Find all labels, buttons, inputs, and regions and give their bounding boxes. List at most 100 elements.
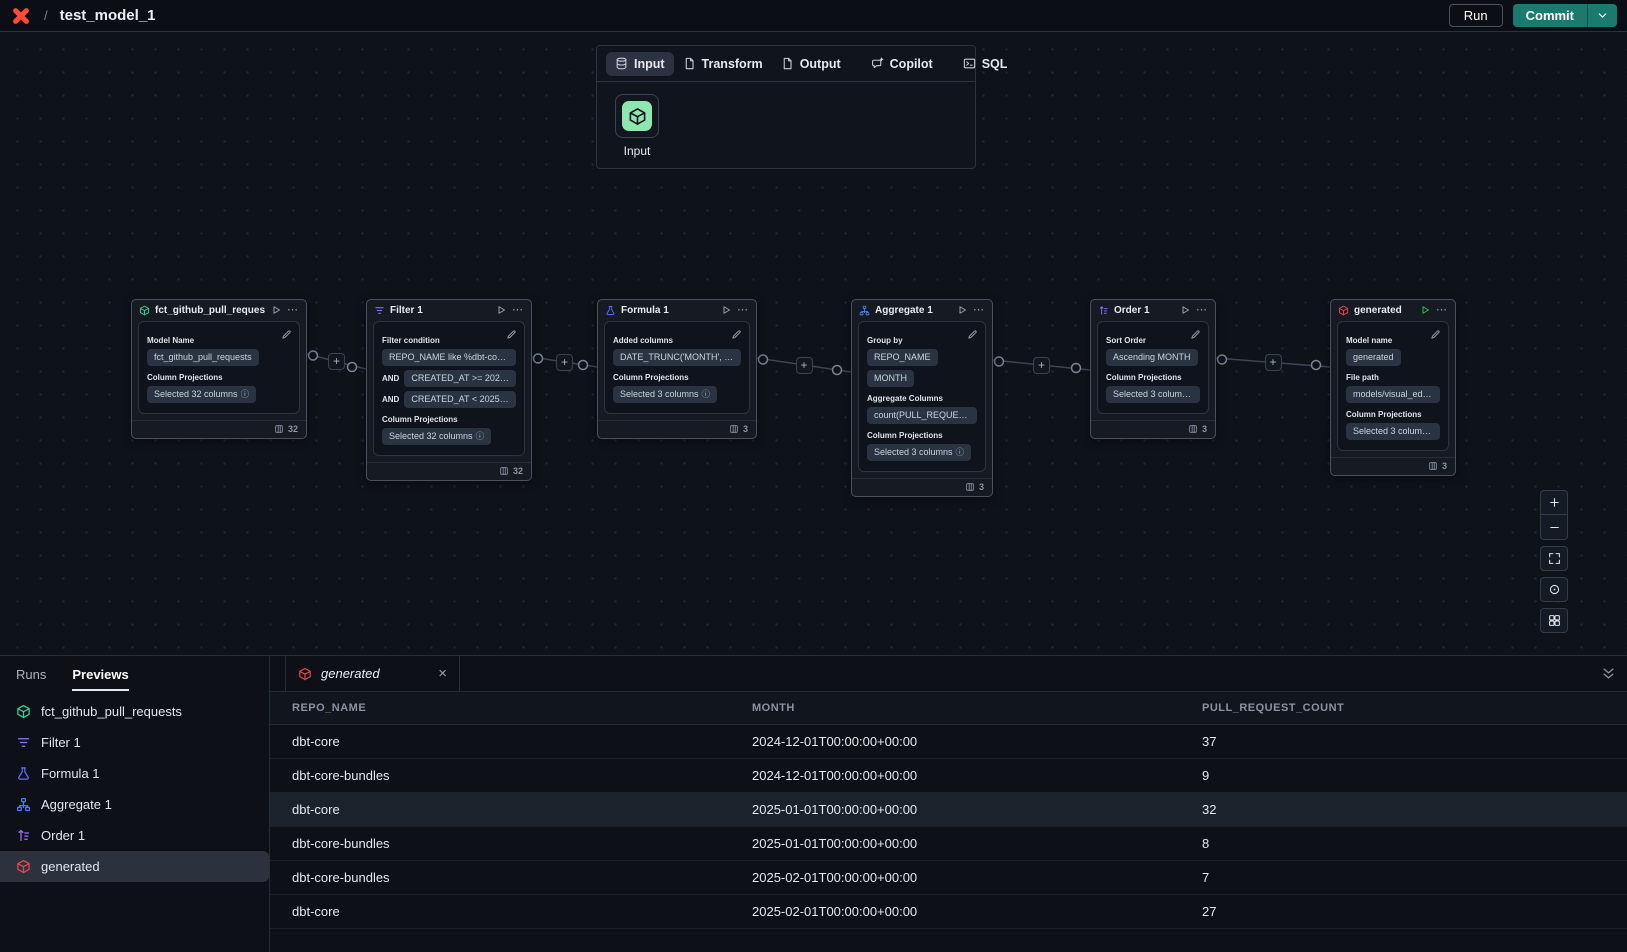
play-icon[interactable]	[270, 304, 282, 316]
pill-row: MONTH	[867, 370, 977, 387]
sitemap-icon	[859, 305, 870, 316]
sidebar-item-generated[interactable]: generated	[0, 851, 269, 882]
pill-row: REPO_NAME	[867, 349, 977, 366]
node-config-card: Filter conditionREPO_NAME like %dbt-core…	[373, 321, 525, 456]
palette-tab-label: SQL	[982, 57, 1008, 71]
sort-icon	[16, 828, 31, 843]
value-pill: count(PULL_REQUEST_NUMBER) as …	[867, 407, 977, 424]
sidebar-item-formula-1[interactable]: Formula 1	[0, 758, 269, 789]
sidebar-item-label: fct_github_pull_requests	[41, 704, 182, 719]
node-aggregate-1[interactable]: Aggregate 1⋯Group byREPO_NAMEMONTHAggreg…	[851, 299, 993, 497]
palette-tab-output[interactable]: Output	[772, 52, 850, 76]
ellipsis-menu-icon[interactable]: ⋯	[1196, 306, 1208, 314]
node-header: fct_github_pull_requests⋯	[132, 300, 306, 319]
node-header: generated⋯	[1331, 300, 1455, 319]
run-button[interactable]: Run	[1449, 4, 1503, 27]
double-chevron-down-icon[interactable]	[1601, 666, 1616, 681]
column-count: 3	[1202, 424, 1207, 434]
input-node-icon-bg	[622, 101, 652, 131]
ellipsis-menu-icon[interactable]: ⋯	[287, 306, 299, 314]
play-icon[interactable]	[720, 304, 732, 316]
close-icon[interactable]: ×	[438, 665, 447, 682]
edit-pencil-icon[interactable]	[506, 329, 517, 340]
node-header: Aggregate 1⋯	[852, 300, 992, 319]
sitemap-icon	[16, 797, 31, 812]
ellipsis-menu-icon[interactable]: ⋯	[1436, 306, 1448, 314]
table-cell: dbt-core-bundles	[270, 768, 730, 783]
node-header: Formula 1⋯	[598, 300, 756, 319]
dbt-logo-icon[interactable]	[10, 5, 32, 27]
file-icon	[781, 57, 794, 70]
bottom-panel: Runs Previews fct_github_pull_requests Fil…	[0, 655, 1627, 952]
layout-grid-button[interactable]	[1540, 608, 1568, 633]
node-generated[interactable]: generated⋯Model namegeneratedFile pathmo…	[1330, 299, 1456, 476]
palette-tab-sql[interactable]: SQL	[954, 52, 1017, 76]
preview-tab-generated[interactable]: generated ×	[285, 656, 460, 692]
column-count: 3	[979, 482, 984, 492]
graph-canvas[interactable]: Input Transform Output Copilot SQL Input fct…	[0, 32, 1627, 655]
table-cell: 37	[1180, 734, 1627, 749]
sidebar-item-order-1[interactable]: Order 1	[0, 820, 269, 851]
palette-tab-transform[interactable]: Transform	[674, 52, 772, 76]
edit-pencil-icon[interactable]	[731, 329, 742, 340]
info-icon: ⓘ	[241, 389, 250, 399]
node-order-1[interactable]: Order 1 ⋯ Sort OrderAscending MONTHColumn …	[1090, 299, 1216, 439]
commit-dropdown-button[interactable]	[1587, 4, 1617, 27]
table-header: REPO_NAMEMONTHPULL_REQUEST_COUNT	[270, 692, 1627, 725]
locate-button[interactable]	[1540, 577, 1568, 602]
node-config-card: Sort OrderAscending MONTHColumn Projecti…	[1097, 321, 1209, 414]
palette-tab-copilot[interactable]: Copilot	[862, 52, 942, 76]
columns-icon	[1428, 461, 1438, 471]
preview-tab-label: generated	[321, 666, 380, 681]
table-cell: 8	[1180, 836, 1627, 851]
pill-row: generated	[1346, 349, 1440, 366]
tab-previews[interactable]: Previews	[72, 667, 128, 691]
edit-pencil-icon[interactable]	[1430, 329, 1441, 340]
grid-icon	[1548, 614, 1561, 627]
value-pill: REPO_NAME	[867, 349, 938, 366]
edit-pencil-icon[interactable]	[1190, 329, 1201, 340]
sidebar-item-aggregate-1[interactable]: Aggregate 1	[0, 789, 269, 820]
sidebar-item-fct-github-pull-requests[interactable]: fct_github_pull_requests	[0, 696, 269, 727]
fit-view-button[interactable]	[1540, 546, 1568, 571]
add-node-plus-button[interactable]: +	[1033, 357, 1050, 374]
play-icon[interactable]	[1419, 304, 1431, 316]
edit-pencil-icon[interactable]	[967, 329, 978, 340]
pill-row: Selected 32 columnsⓘ	[147, 386, 291, 403]
table-cell: 7	[1180, 870, 1627, 885]
pill-row: fct_github_pull_requests	[147, 349, 291, 366]
palette-tab-label: Input	[634, 57, 665, 71]
add-node-plus-button[interactable]: +	[796, 357, 813, 374]
sort-icon	[1098, 305, 1109, 316]
card-section-label: Column Projections	[1346, 410, 1440, 419]
add-node-plus-button[interactable]: +	[1265, 354, 1282, 371]
column-header-repo-name: REPO_NAME	[270, 702, 730, 714]
play-icon[interactable]	[1179, 304, 1191, 316]
palette-item-input[interactable]: Input	[611, 94, 663, 158]
card-section-label: Column Projections	[382, 415, 516, 424]
zoom-controls	[1540, 490, 1568, 633]
ellipsis-menu-icon[interactable]: ⋯	[973, 306, 985, 314]
add-node-plus-button[interactable]: +	[328, 353, 345, 370]
palette-tab-input[interactable]: Input	[606, 52, 674, 76]
commit-button[interactable]: Commit	[1513, 4, 1587, 27]
pill-row: ANDCREATED_AT >= 2024-12-01	[382, 370, 516, 387]
node-config-card: Model Namefct_github_pull_requestsColumn…	[138, 321, 300, 414]
node-filter-1[interactable]: Filter 1⋯Filter conditionREPO_NAME like …	[366, 299, 532, 481]
tab-runs[interactable]: Runs	[16, 667, 46, 691]
node-fct-github-pull-requests[interactable]: fct_github_pull_requests⋯Model Namefct_g…	[131, 299, 307, 439]
zoom-in-button[interactable]	[1540, 490, 1568, 515]
node-formula-1[interactable]: Formula 1⋯Added columnsDATE_TRUNC('MONTH…	[597, 299, 757, 439]
zoom-out-button[interactable]	[1540, 515, 1568, 540]
palette-tab-label: Transform	[702, 57, 763, 71]
play-icon[interactable]	[956, 304, 968, 316]
ellipsis-menu-icon[interactable]: ⋯	[737, 306, 749, 314]
add-node-plus-button[interactable]: +	[556, 354, 573, 371]
node-title: Order 1	[1114, 305, 1174, 316]
table-cell: 2024-12-01T00:00:00+00:00	[730, 734, 1180, 749]
ellipsis-menu-icon[interactable]: ⋯	[512, 306, 524, 314]
chevron-down-icon	[1596, 9, 1609, 22]
play-icon[interactable]	[495, 304, 507, 316]
sidebar-item-filter-1[interactable]: Filter 1	[0, 727, 269, 758]
edit-pencil-icon[interactable]	[281, 329, 292, 340]
